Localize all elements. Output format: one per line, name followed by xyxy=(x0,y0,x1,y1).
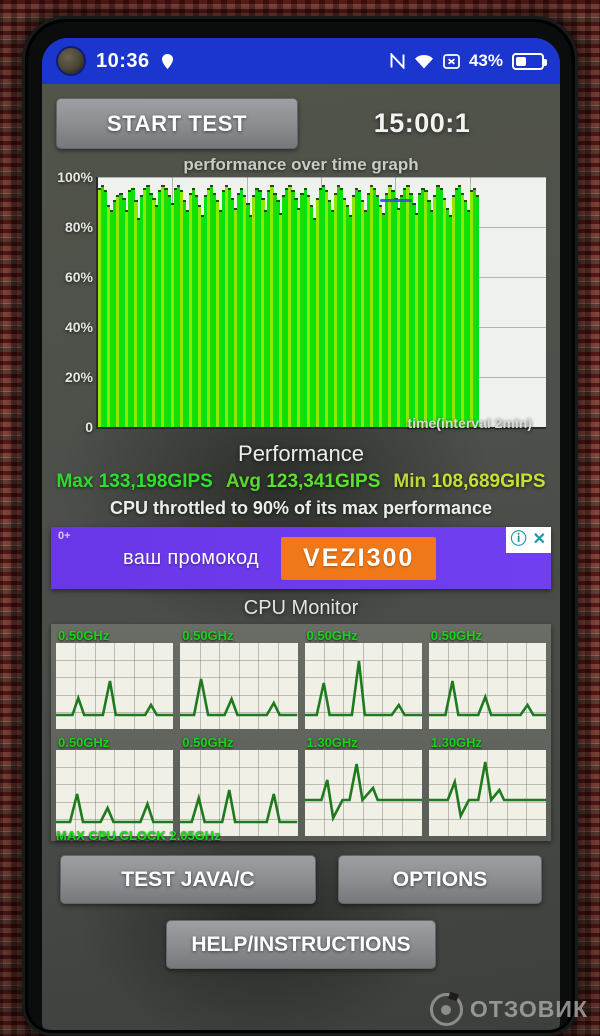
graph-series xyxy=(98,177,546,427)
cpu-core-waveform xyxy=(429,750,546,836)
stat-avg-label: Avg xyxy=(225,471,262,492)
graph-y-axis: 100% 80% 60% 40% 20% 0 xyxy=(56,169,96,435)
vpn-key-icon xyxy=(443,53,460,69)
graph-average-marker xyxy=(380,199,412,202)
battery-icon xyxy=(512,52,547,70)
graph-plot-area xyxy=(96,177,546,429)
cpu-core-plot xyxy=(304,750,422,836)
ad-controls: ⓘ ✕ xyxy=(505,527,551,553)
graph-x-label: time(interval 2min) xyxy=(407,415,532,431)
cpu-monitor-title: CPU Monitor xyxy=(243,597,359,619)
graph-y-tick: 20% xyxy=(64,369,93,385)
graph-title: performance over time graph xyxy=(183,155,419,174)
cpu-core-frequency: 0.50GHz xyxy=(58,628,110,643)
performance-stats: Max 133,198GIPS Avg 123,341GIPS Min 108,… xyxy=(42,471,560,493)
cpu-core-cell: 1.30GHz xyxy=(427,734,548,838)
ad-banner[interactable]: 0+ ваш промокод VEZI300 ⓘ ✕ xyxy=(51,527,551,589)
cpu-core-waveform xyxy=(180,643,297,729)
help-button-row: HELP/INSTRUCTIONS xyxy=(42,920,560,969)
close-icon[interactable]: ✕ xyxy=(533,532,546,548)
stat-min-label: Min xyxy=(393,471,427,492)
performance-graph: 100% 80% 60% 40% 20% 0 time(interval 2min) xyxy=(56,169,546,435)
graph-bar xyxy=(475,195,480,427)
battery-fill xyxy=(516,56,527,66)
cpu-core-cell: 0.50GHz xyxy=(178,734,299,838)
cpu-core-frequency: 0.50GHz xyxy=(182,735,234,750)
cpu-core-row: 0.50GHz 0.50GHz 1.30GHz 1.30GHz xyxy=(54,734,548,838)
cpu-core-row: 0.50GHz 0.50GHz 0.50GHz 0.50GHz xyxy=(54,627,548,731)
otzovik-logo-icon xyxy=(429,993,463,1026)
cpu-core-plot xyxy=(180,643,298,729)
cpu-core-plot xyxy=(180,750,298,836)
phone-screen: 10:36 43% START TEST 15:00:1 performance… xyxy=(42,38,560,1036)
cpu-core-cell: 0.50GHz xyxy=(54,627,175,731)
start-test-button[interactable]: START TEST xyxy=(56,98,298,149)
cpu-core-waveform xyxy=(180,750,297,836)
throttle-message: CPU throttled to 90% of its max performa… xyxy=(109,498,493,518)
graph-y-tick: 40% xyxy=(64,319,93,335)
cpu-core-cell: 1.30GHz xyxy=(303,734,424,838)
cpu-monitor-panel: 0.50GHz 0.50GHz 0.50GHz 0.50GHz 0.50GHz 0.50… xyxy=(51,624,551,843)
ad-text: ваш промокод xyxy=(123,546,260,569)
ad-age-rating: 0+ xyxy=(58,530,71,542)
status-icons: 43% xyxy=(390,51,547,71)
cpu-core-frequency: 0.50GHz xyxy=(58,735,110,750)
stat-max: Max 133,198GIPS xyxy=(56,471,212,493)
graph-y-tick: 0 xyxy=(85,419,93,435)
cpu-core-waveform xyxy=(56,643,173,729)
test-java-c-button[interactable]: TEST JAVA/C xyxy=(60,855,316,904)
test-timer: 15:00:1 xyxy=(373,108,471,138)
cpu-core-plot xyxy=(56,643,174,729)
cpu-core-cell: 0.50GHz xyxy=(303,627,424,731)
cpu-core-waveform xyxy=(305,750,422,836)
help-instructions-button[interactable]: HELP/INSTRUCTIONS xyxy=(166,920,436,969)
stat-max-label: Max xyxy=(56,471,94,492)
ad-promo-code: VEZI300 xyxy=(281,536,437,580)
cpu-core-plot xyxy=(428,643,546,729)
cpu-core-cell: 0.50GHz xyxy=(427,627,548,731)
cpu-core-cell: 0.50GHz xyxy=(54,734,175,838)
top-toolbar: START TEST 15:00:1 xyxy=(42,84,560,153)
cpu-core-plot xyxy=(56,750,174,836)
status-bar: 10:36 43% xyxy=(42,38,560,84)
watermark-text: ОТЗОВИК xyxy=(469,996,588,1022)
cpu-core-waveform xyxy=(429,643,546,729)
status-clock: 10:36 xyxy=(96,49,150,72)
cpu-core-frequency: 0.50GHz xyxy=(182,628,234,643)
front-camera xyxy=(58,48,84,74)
cpu-core-plot xyxy=(428,750,546,836)
bottom-button-row: TEST JAVA/C OPTIONS xyxy=(42,841,560,904)
app-content: START TEST 15:00:1 performance over time… xyxy=(42,84,560,1036)
location-pin-icon xyxy=(161,53,173,69)
stat-avg: Avg 123,341GIPS xyxy=(226,471,381,493)
cpu-core-plot xyxy=(304,643,422,729)
site-watermark: ОТЗОВИК xyxy=(429,993,588,1026)
graph-y-tick: 80% xyxy=(64,219,93,235)
stat-min: Min 108,689GIPS xyxy=(393,471,545,493)
info-icon[interactable]: ⓘ xyxy=(511,532,527,548)
cpu-core-frequency: 0.50GHz xyxy=(306,628,358,643)
nfc-icon xyxy=(390,53,405,69)
cpu-core-waveform xyxy=(305,643,422,729)
stat-min-value: 108,689GIPS xyxy=(431,471,546,492)
battery-percent: 43% xyxy=(468,51,503,70)
options-button[interactable]: OPTIONS xyxy=(338,855,542,904)
max-cpu-clock-label: MAX CPU CLOCK 2.05GHz xyxy=(56,828,221,843)
graph-y-tick: 60% xyxy=(64,269,93,285)
cpu-core-frequency: 0.50GHz xyxy=(430,628,483,643)
performance-heading: Performance xyxy=(238,441,364,466)
cpu-core-frequency: 1.30GHz xyxy=(306,735,358,750)
cpu-core-cell: 0.50GHz xyxy=(178,627,299,731)
stat-max-value: 133,198GIPS xyxy=(98,471,213,492)
cpu-core-frequency: 1.30GHz xyxy=(430,735,483,750)
graph-y-tick: 100% xyxy=(57,169,93,185)
wifi-icon xyxy=(414,54,434,69)
phone-device: 10:36 43% START TEST 15:00:1 performance… xyxy=(22,16,578,1036)
cpu-core-waveform xyxy=(56,750,173,836)
stat-avg-value: 123,341GIPS xyxy=(266,471,381,492)
